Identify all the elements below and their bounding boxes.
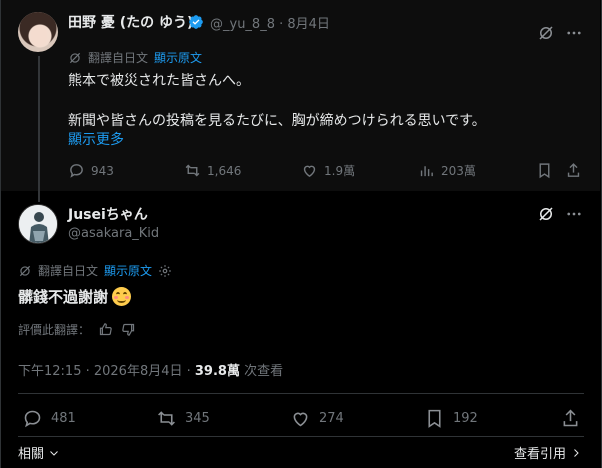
grok-icon (19, 265, 31, 276)
reply-count: 943 (91, 163, 114, 178)
main-like-button[interactable]: 274 (290, 408, 344, 429)
reply-count: 481 (51, 411, 76, 426)
avatar-face (31, 26, 47, 46)
main-text-content: 髒錢不過謝謝 (18, 288, 109, 306)
smiling-face-emoji-icon (112, 287, 132, 306)
grok-icon[interactable] (537, 24, 555, 42)
related-label: 相關 (18, 447, 45, 462)
views-count: 39.8萬 (194, 364, 240, 379)
like-count: 1.9萬 (324, 164, 356, 178)
more-icon[interactable] (565, 24, 583, 42)
repost-count: 345 (185, 411, 210, 426)
rate-translation-label: 評價此翻譯： (18, 323, 91, 337)
parent-reply-button[interactable]: 943 (68, 162, 114, 179)
parent-repost-button[interactable]: 1,646 (184, 162, 241, 179)
main-display-name[interactable]: Juseiちゃん (68, 204, 148, 224)
parent-like-button[interactable]: 1.9萬 (301, 162, 355, 179)
tweet-meta-row: 下午12:15 · 2026年8月4日 · 39.8萬 次查看 (18, 360, 283, 379)
bookmark-icon (428, 409, 441, 428)
related-dropdown[interactable]: 相關 (18, 443, 60, 462)
thumb-up-icon[interactable] (98, 322, 113, 337)
share-icon[interactable] (565, 162, 582, 179)
like-icon (303, 165, 316, 178)
repost-icon (185, 164, 200, 177)
translation-label: 翻譯自日文 (88, 51, 149, 65)
chevron-down-icon (50, 450, 58, 456)
grok-icon (69, 52, 81, 63)
repost-icon (158, 411, 175, 426)
parent-text-line-2: 新聞や皆さんの投稿を見るたびに、胸が締めつけられる思いです。 (68, 113, 486, 129)
main-bookmark-button[interactable]: 192 (424, 408, 478, 429)
verified-badge-icon (189, 15, 203, 29)
main-translation-row: 翻譯自日文 顯示原文 (18, 262, 172, 279)
parent-text-line-1: 熊本で被災された皆さんへ。 (68, 73, 250, 89)
thumb-down-icon[interactable] (121, 322, 136, 337)
parent-display-name[interactable]: 田野 憂 (たの ゆう) (68, 12, 193, 32)
main-avatar[interactable] (18, 204, 58, 244)
chevron-right-icon (574, 448, 579, 457)
views-count: 203萬 (441, 164, 476, 178)
show-original-link[interactable]: 顯示原文 (154, 49, 202, 66)
timestamp[interactable]: 下午12:15 · 2026年8月4日 · (18, 364, 195, 379)
main-tweet-text: 髒錢不過謝謝 (18, 286, 132, 307)
show-more-link[interactable]: 顯示更多 (68, 129, 124, 149)
divider (18, 436, 584, 437)
main-reply-button[interactable]: 481 (22, 408, 76, 429)
rate-translation-row: 評價此翻譯： (18, 321, 136, 338)
divider (18, 393, 584, 394)
share-icon[interactable] (560, 408, 581, 429)
parent-translation-row: 翻譯自日文 顯示原文 (68, 49, 202, 66)
translation-label: 翻譯自日文 (38, 264, 99, 278)
view-quotes-label: 查看引用 (514, 447, 567, 462)
like-icon (293, 412, 308, 427)
like-count: 274 (319, 411, 344, 426)
bookmark-count: 192 (453, 411, 478, 426)
avatar-figure (19, 205, 57, 243)
thread-connector-line (38, 56, 40, 202)
grok-icon[interactable] (537, 205, 555, 223)
bookmark-icon[interactable] (536, 162, 553, 179)
view-quotes-link[interactable]: 查看引用 (514, 443, 582, 462)
reply-icon (24, 410, 41, 428)
gear-icon[interactable] (158, 264, 172, 278)
show-original-link[interactable]: 顯示原文 (104, 262, 152, 279)
reply-icon (70, 164, 83, 178)
views-label: 次查看 (239, 364, 284, 379)
repost-count: 1,646 (207, 163, 242, 178)
parent-handle-date[interactable]: @_yu_8_8 · 8月4日 (210, 13, 330, 32)
parent-avatar[interactable] (18, 12, 58, 52)
main-handle[interactable]: @asakara_Kid (68, 226, 159, 241)
more-icon[interactable] (565, 205, 583, 223)
parent-views-button[interactable]: 203萬 (418, 162, 476, 179)
views-icon (420, 166, 433, 177)
main-repost-button[interactable]: 345 (156, 408, 210, 429)
